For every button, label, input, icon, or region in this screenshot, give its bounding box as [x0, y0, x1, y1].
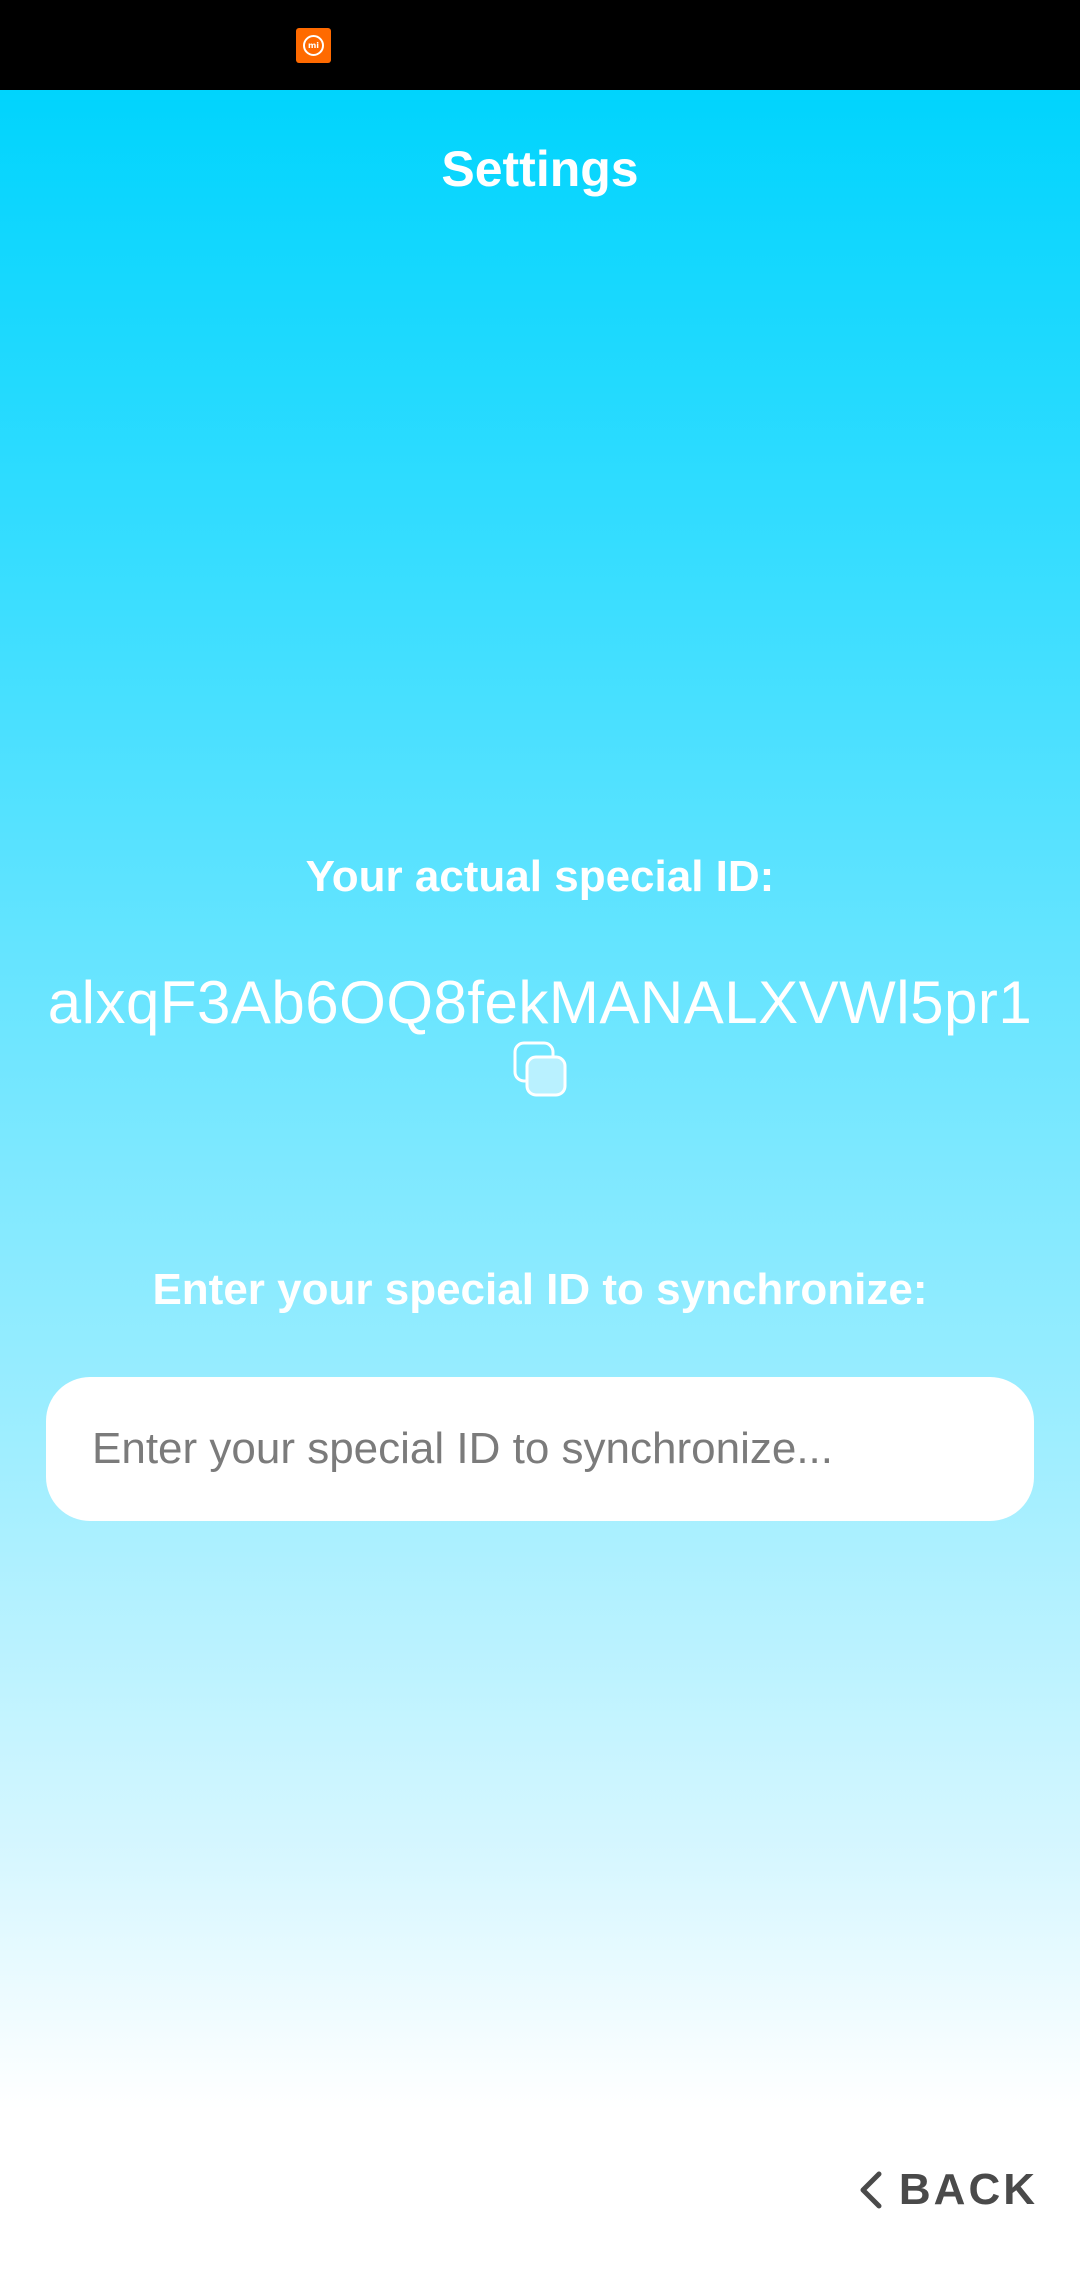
- sync-id-input[interactable]: [46, 1377, 1034, 1521]
- copy-icon[interactable]: [512, 1040, 568, 1100]
- settings-screen: mi Settings Your actual special ID: alxq…: [0, 0, 1080, 2280]
- mi-app-icon-label: mi: [303, 35, 324, 56]
- special-id-value: alxqF3Ab6OQ8fekMANALXVWl5pr1: [47, 969, 1033, 1036]
- page-title: Settings: [441, 141, 639, 197]
- back-button[interactable]: BACK: [857, 2165, 1038, 2215]
- special-id-label: Your actual special ID:: [305, 852, 775, 901]
- mi-app-icon: mi: [296, 28, 331, 63]
- settings-content: Settings Your actual special ID: alxqF3A…: [0, 90, 1080, 2110]
- chevron-left-icon: [860, 2171, 882, 2209]
- back-button-label: BACK: [898, 2165, 1038, 2214]
- status-bar: mi: [0, 0, 1080, 90]
- sync-label: Enter your special ID to synchronize:: [152, 1265, 928, 1314]
